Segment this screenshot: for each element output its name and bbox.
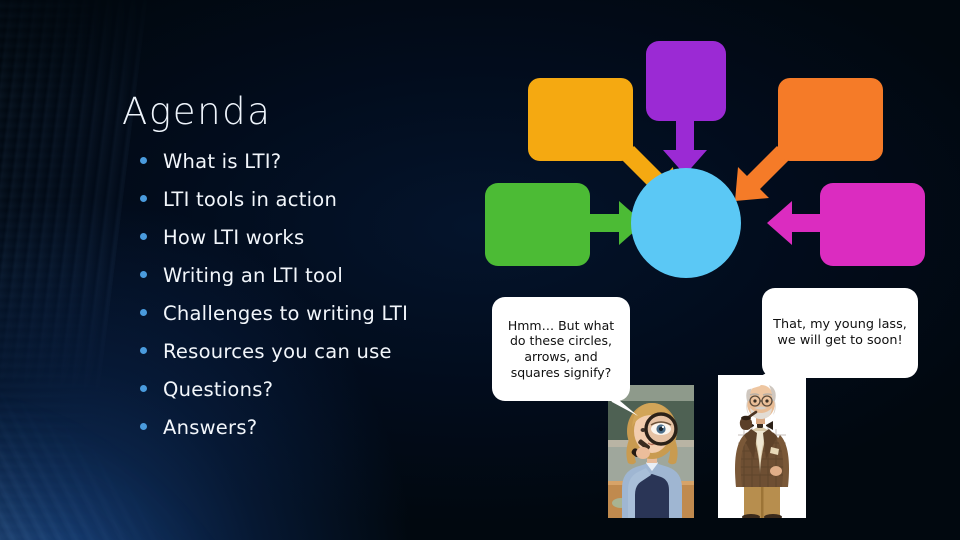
speech-bubble-professor-text: That, my young lass, we will get to soon… xyxy=(773,316,907,348)
diagram-node-top-box xyxy=(646,41,726,175)
agenda-bullet-list: What is LTI? LTI tools in action How LTI… xyxy=(140,150,460,454)
list-item: Resources you can use xyxy=(140,340,460,378)
list-item: Challenges to writing LTI xyxy=(140,302,460,340)
bullet-dot-icon xyxy=(140,423,147,430)
diagram-node-top-right-box xyxy=(735,78,883,201)
bullet-dot-icon xyxy=(140,385,147,392)
list-item: Answers? xyxy=(140,416,460,454)
girl-with-magnifying-glass-photo xyxy=(608,385,694,518)
list-item: How LTI works xyxy=(140,226,460,264)
diagram-node-left-box xyxy=(485,183,644,266)
bullet-dot-icon xyxy=(140,271,147,278)
list-item: LTI tools in action xyxy=(140,188,460,226)
diagram-center-circle xyxy=(631,168,741,278)
list-item-label: LTI tools in action xyxy=(163,188,338,211)
list-item-label: Challenges to writing LTI xyxy=(163,302,409,325)
convergence-diagram xyxy=(470,28,940,308)
slide-canvas: Agenda What is LTI? LTI tools in action … xyxy=(0,0,960,540)
speech-bubble-professor: That, my young lass, we will get to soon… xyxy=(762,288,918,378)
background-vertical-streaks xyxy=(0,0,149,406)
list-item-label: How LTI works xyxy=(163,226,305,249)
diagram-node-right-box xyxy=(767,183,925,266)
bullet-dot-icon xyxy=(140,157,147,164)
list-item-label: Writing an LTI tool xyxy=(163,264,344,287)
list-item-label: Questions? xyxy=(163,378,274,401)
page-title: Agenda xyxy=(122,90,272,133)
speech-bubble-girl-text: Hmm… But what do these circles, arrows, … xyxy=(507,317,615,380)
list-item-label: What is LTI? xyxy=(163,150,282,173)
list-item-label: Resources you can use xyxy=(163,340,392,363)
professor-with-pipe-photo xyxy=(718,375,806,518)
bullet-dot-icon xyxy=(140,347,147,354)
list-item: What is LTI? xyxy=(140,150,460,188)
list-item-label: Answers? xyxy=(163,416,258,439)
speech-bubble-girl: Hmm… But what do these circles, arrows, … xyxy=(492,297,630,401)
bullet-dot-icon xyxy=(140,195,147,202)
list-item: Writing an LTI tool xyxy=(140,264,460,302)
bullet-dot-icon xyxy=(140,309,147,316)
list-item: Questions? xyxy=(140,378,460,416)
background-edge-streaks xyxy=(0,0,120,540)
bullet-dot-icon xyxy=(140,233,147,240)
